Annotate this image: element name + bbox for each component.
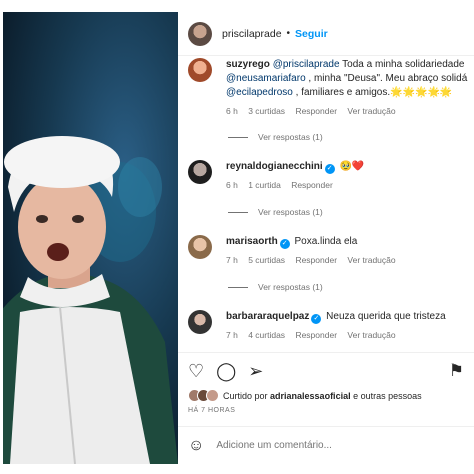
action-icons: ♡ ◯ ➢ bbox=[188, 361, 263, 381]
commenter-avatar[interactable] bbox=[188, 310, 212, 334]
comment-text: , familiares e amigos.🌟🌟🌟🌟🌟 bbox=[292, 87, 453, 98]
comment-likes[interactable]: 4 curtidas bbox=[248, 330, 285, 340]
view-replies-label[interactable]: Ver respostas (1) bbox=[258, 132, 323, 142]
left-border bbox=[0, 0, 3, 474]
commenter-avatar[interactable] bbox=[188, 235, 212, 259]
reply-button[interactable]: Responder bbox=[291, 180, 333, 190]
mention-link[interactable]: @ecilapedroso bbox=[226, 87, 293, 98]
author-avatar[interactable] bbox=[188, 21, 212, 46]
translate-button[interactable]: Ver tradução bbox=[347, 255, 395, 265]
comment-line-2: @neusamariafaro , minha "Deusa". Meu abr… bbox=[226, 72, 474, 86]
translate-button[interactable]: Ver tradução bbox=[347, 330, 395, 340]
mention-link[interactable]: @neusamariafaro bbox=[226, 73, 306, 84]
commenter-avatar[interactable] bbox=[188, 58, 212, 82]
comment-text: Toda a minha solidariedade bbox=[339, 59, 465, 70]
comment-meta: 7 h 5 curtidas Responder Ver tradução bbox=[226, 255, 474, 265]
header-separator: • bbox=[286, 28, 291, 39]
comment-body: marisaorth ✓ Poxa.linda ela 7 h 5 curtida… bbox=[226, 235, 474, 265]
liked-by-suffix[interactable]: e outras pessoas bbox=[351, 391, 422, 401]
commenter-username[interactable]: reynaldogianecchini bbox=[226, 161, 323, 172]
comment-text: Neuza querida que tristeza bbox=[326, 311, 446, 322]
liker-avatar bbox=[206, 389, 219, 402]
comment-line-1: marisaorth ✓ Poxa.linda ela bbox=[226, 235, 474, 249]
follow-button[interactable]: Seguir bbox=[295, 28, 328, 40]
liked-by-text: Curtido por adrianalessaoficial e outras… bbox=[223, 391, 422, 401]
comment-likes[interactable]: 3 curtidas bbox=[248, 106, 285, 116]
replies-divider bbox=[228, 136, 248, 138]
mention-link[interactable]: @priscilaprade bbox=[273, 59, 340, 70]
reply-button[interactable]: Responder bbox=[295, 106, 337, 116]
post-header: priscilaprade • Seguir bbox=[178, 12, 474, 56]
view-replies-label[interactable]: Ver respostas (1) bbox=[258, 207, 323, 217]
view-replies-label[interactable]: Ver respostas (1) bbox=[258, 282, 323, 292]
post-actions-bar: ♡ ◯ ➢ ⚑ bbox=[178, 352, 474, 381]
emoji-icon[interactable]: ☺ bbox=[188, 437, 204, 455]
top-border bbox=[0, 0, 474, 12]
comment-meta: 7 h 4 curtidas Responder Ver tradução bbox=[226, 330, 474, 340]
verified-badge-icon: ✓ bbox=[311, 314, 322, 324]
post-timestamp: HÁ 7 HORAS bbox=[188, 407, 236, 414]
comment-time: 7 h bbox=[226, 255, 238, 265]
commenter-avatar[interactable] bbox=[188, 160, 212, 184]
comment-text: 🥹❤️ bbox=[339, 161, 365, 172]
commenter-username[interactable]: marisaorth bbox=[226, 236, 278, 247]
comment-line-1: reynaldogianecchini ✓ 🥹❤️ bbox=[226, 160, 474, 174]
view-replies[interactable]: Ver respostas (1) bbox=[228, 132, 323, 142]
comment-meta: 6 h 1 curtida Responder bbox=[226, 180, 474, 190]
replies-divider bbox=[228, 211, 248, 213]
comment-meta: 6 h 3 curtidas Responder Ver tradução bbox=[226, 106, 474, 116]
replies-divider bbox=[228, 286, 248, 288]
author-username[interactable]: priscilaprade bbox=[222, 28, 282, 40]
comment-line-1: barbararaquelpaz ✓ Neuza querida que tris… bbox=[226, 310, 474, 324]
liked-by-user[interactable]: adrianalessaoficial bbox=[270, 391, 351, 401]
comment-line-3: @ecilapedroso , familiares e amigos.🌟🌟🌟🌟… bbox=[226, 86, 474, 100]
comment-icon[interactable]: ◯ bbox=[216, 361, 236, 381]
post-photo-illustration bbox=[0, 136, 178, 464]
comment-time: 6 h bbox=[226, 180, 238, 190]
share-icon[interactable]: ➢ bbox=[248, 361, 263, 381]
liked-by-row[interactable]: Curtido por adrianalessaoficial e outras… bbox=[188, 389, 422, 402]
comment-likes[interactable]: 1 curtida bbox=[248, 180, 281, 190]
verified-badge-icon: ✓ bbox=[279, 239, 290, 249]
bookmark-icon[interactable]: ⚑ bbox=[449, 361, 464, 381]
comment-line-1: suzyrego @priscilaprade Toda a minha sol… bbox=[226, 58, 474, 72]
verified-badge-icon: ✓ bbox=[324, 164, 335, 174]
comment-time: 6 h bbox=[226, 106, 238, 116]
view-replies[interactable]: Ver respostas (1) bbox=[228, 207, 323, 217]
comment-time: 7 h bbox=[226, 330, 238, 340]
comment-body: suzyrego @priscilaprade Toda a minha sol… bbox=[226, 58, 474, 116]
commenter-username[interactable]: barbararaquelpaz bbox=[226, 311, 309, 322]
view-replies[interactable]: Ver respostas (1) bbox=[228, 282, 323, 292]
commenter-username[interactable]: suzyrego bbox=[226, 59, 270, 70]
reply-button[interactable]: Responder bbox=[295, 330, 337, 340]
comment-body: reynaldogianecchini ✓ 🥹❤️ 6 h 1 curtida R… bbox=[226, 160, 474, 190]
reply-button[interactable]: Responder bbox=[295, 255, 337, 265]
translate-button[interactable]: Ver tradução bbox=[347, 106, 395, 116]
comment-input[interactable] bbox=[216, 440, 417, 451]
comment-likes[interactable]: 5 curtidas bbox=[248, 255, 285, 265]
post-photo bbox=[0, 12, 178, 464]
liked-by-prefix: Curtido por bbox=[223, 390, 271, 401]
heart-icon[interactable]: ♡ bbox=[188, 361, 204, 381]
comment-body: barbararaquelpaz ✓ Neuza querida que tris… bbox=[226, 310, 474, 340]
comment-text: , minha "Deusa". Meu abraço solidá bbox=[305, 73, 468, 84]
add-comment-bar: ☺ bbox=[178, 426, 474, 464]
bottom-border bbox=[0, 464, 474, 474]
comment-text: Poxa.linda ela bbox=[294, 236, 358, 247]
post-details-panel: priscilaprade • Seguir suzyrego @priscil… bbox=[178, 12, 474, 464]
